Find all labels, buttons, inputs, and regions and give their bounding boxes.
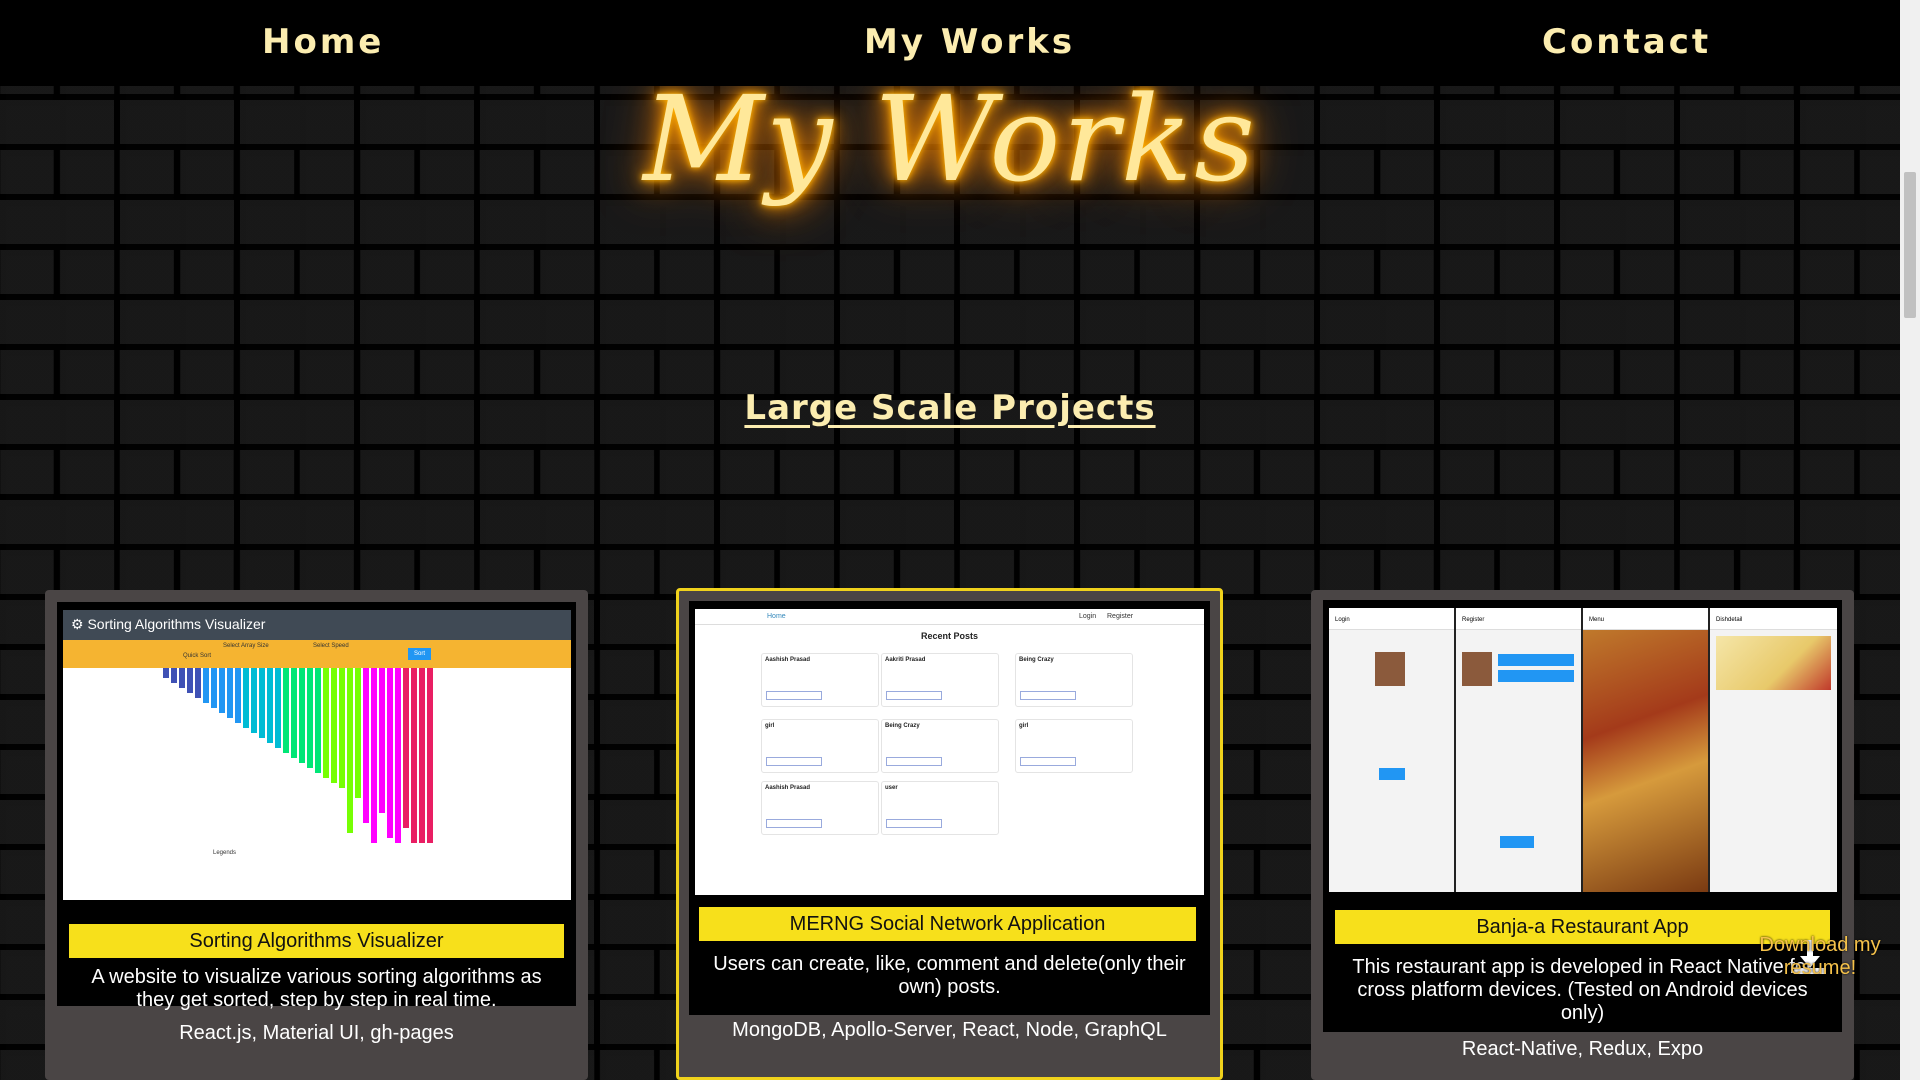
card-description: Users can create, like, comment and dele…	[713, 953, 1186, 998]
sort-bar	[299, 668, 305, 763]
ss-post-card: Aakriti Prasad	[881, 653, 999, 707]
ss-heading: Recent Posts	[920, 631, 979, 641]
scrollbar[interactable]	[1900, 0, 1920, 1080]
phone-dishdetail: Dishdetail	[1710, 608, 1837, 892]
project-card-merng[interactable]: Home Login Register Recent Posts Aashish…	[676, 588, 1223, 1080]
sort-bar	[347, 668, 353, 833]
phone-register: Register	[1456, 608, 1583, 892]
sort-bar	[251, 668, 257, 733]
sort-bar	[275, 668, 281, 748]
sv-select-size: Select Array Size	[223, 643, 269, 649]
ss-nav: Home Login Register	[695, 609, 1204, 625]
card-title: Sorting Algorithms Visualizer	[69, 924, 564, 958]
sv-controls: Select Array Size Select Speed Quick Sor…	[63, 640, 571, 668]
sv-algo: Quick Sort	[183, 653, 212, 659]
sort-bar	[211, 668, 217, 708]
ss-post-card: Being Crazy	[1015, 653, 1133, 707]
ss-post-card: Aashish Prasad	[761, 781, 879, 835]
card-tech: React-Native, Redux, Expo	[1461, 1038, 1704, 1060]
card-title: MERNG Social Network Application	[699, 907, 1196, 941]
top-nav: Home My Works Contact	[0, 0, 1900, 86]
sort-bar	[171, 668, 177, 683]
sort-bar	[235, 668, 241, 723]
ss-post-card: girl	[1015, 719, 1133, 773]
sort-bar	[379, 668, 385, 813]
sort-bar	[411, 668, 417, 843]
sort-bar	[331, 668, 337, 783]
sort-bar	[243, 668, 249, 728]
card-description: A website to visualize various sorting a…	[91, 966, 542, 1011]
sort-bar	[363, 668, 369, 823]
phone-menu: Menu	[1583, 608, 1710, 892]
download-resume-link[interactable]: Download my resume!	[1740, 934, 1900, 980]
ss-post-card: Aashish Prasad	[761, 653, 879, 707]
ss-post-card: Being Crazy	[881, 719, 999, 773]
sort-bar	[427, 668, 433, 843]
scrollbar-thumb[interactable]	[1904, 172, 1916, 318]
sort-bar	[323, 668, 329, 778]
phone-login: Login	[1329, 608, 1456, 892]
sort-bar	[355, 668, 361, 798]
sort-bar	[187, 668, 193, 693]
sort-bar	[259, 668, 265, 738]
sort-bar	[267, 668, 273, 743]
project-screenshot[interactable]: Home Login Register Recent Posts Aashish…	[695, 609, 1204, 895]
sort-bar	[387, 668, 393, 838]
sv-header: ⚙ Sorting Algorithms Visualizer	[63, 610, 571, 640]
sort-bar	[227, 668, 233, 718]
project-card-banja[interactable]: Login Register Menu Dishdetail Banja-a R…	[1311, 590, 1854, 1080]
sort-bar	[403, 668, 409, 828]
sort-bar	[315, 668, 321, 773]
card-inner: ⚙ Sorting Algorithms Visualizer Select A…	[57, 602, 576, 1011]
nav-home-link[interactable]: Home	[262, 22, 384, 62]
sort-bar	[371, 668, 377, 843]
sv-legend: Legends	[213, 850, 237, 856]
sort-bar	[219, 668, 225, 713]
sort-bar	[395, 668, 401, 843]
sv-sort: Sort	[408, 648, 432, 660]
section-title: Large Scale Projects	[744, 388, 1156, 428]
project-card-sorting[interactable]: ⚙ Sorting Algorithms Visualizer Select A…	[45, 590, 588, 1080]
sort-bar	[203, 668, 209, 703]
sort-bar	[419, 668, 425, 843]
sort-bar	[291, 668, 297, 758]
sv-select-speed: Select Speed	[313, 643, 349, 649]
sv-app-name: Sorting Algorithms Visualizer	[87, 616, 266, 632]
nav-contact-link[interactable]: Contact	[1542, 22, 1711, 62]
project-screenshot[interactable]: Login Register Menu Dishdetail	[1329, 608, 1837, 892]
sort-bar	[339, 668, 345, 788]
ss-register: Register	[1107, 613, 1134, 620]
ss-post-card: girl	[761, 719, 879, 773]
card-inner: Home Login Register Recent Posts Aashish…	[689, 601, 1210, 1015]
sort-bar	[195, 668, 201, 698]
sort-bar	[283, 668, 289, 753]
nav-my-works-link[interactable]: My Works	[864, 22, 1075, 62]
neon-page-title: My Works	[643, 70, 1257, 208]
sort-bar	[179, 668, 185, 688]
ss-home: Home	[767, 613, 786, 620]
sort-bar	[307, 668, 313, 768]
project-screenshot[interactable]: ⚙ Sorting Algorithms Visualizer Select A…	[63, 610, 571, 900]
sv-bars-chart	[163, 668, 433, 843]
card-tech: React.js, Material UI, gh-pages	[179, 1022, 454, 1044]
ss-post-card: user	[881, 781, 999, 835]
gear-icon: ⚙	[71, 616, 84, 632]
sort-bar	[163, 668, 169, 678]
card-tech: MongoDB, Apollo-Server, React, Node, Gra…	[732, 1019, 1167, 1041]
ss-login: Login	[1079, 613, 1097, 620]
